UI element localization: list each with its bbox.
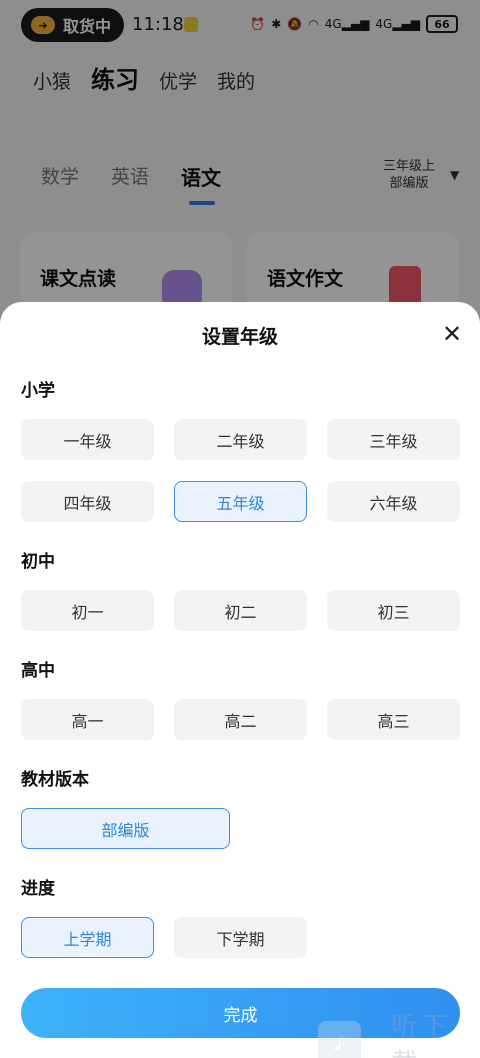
option-grade-1[interactable]: 一年级: [21, 419, 154, 460]
option-grade-4[interactable]: 四年级: [21, 481, 154, 522]
watermark-logo-icon: ♪: [318, 1021, 362, 1058]
close-icon[interactable]: ✕: [439, 320, 465, 348]
sheet-title: 设置年级: [201, 326, 278, 348]
watermark-text: 听下载: [391, 1012, 452, 1058]
section-senior-label: 高中: [21, 661, 55, 681]
option-senior-2[interactable]: 高二: [174, 699, 307, 740]
watermark: ♪ 听下载: [318, 1006, 480, 1058]
option-edition-bubian[interactable]: 部编版: [21, 808, 230, 849]
option-second-semester[interactable]: 下学期: [174, 917, 307, 958]
section-textbook-label: 教材版本: [21, 770, 89, 790]
option-grade-5[interactable]: 五年级: [174, 481, 307, 522]
option-senior-3[interactable]: 高三: [327, 699, 460, 740]
section-primary-label: 小学: [21, 381, 55, 401]
option-grade-6[interactable]: 六年级: [327, 481, 460, 522]
option-grade-2[interactable]: 二年级: [174, 419, 307, 460]
section-progress-label: 进度: [21, 879, 55, 899]
option-junior-3[interactable]: 初三: [327, 590, 460, 631]
option-first-semester[interactable]: 上学期: [21, 917, 154, 958]
grade-settings-sheet: 设置年级 ✕ 小学 一年级 二年级 三年级 四年级 五年级 六年级 初中 初一 …: [0, 302, 480, 1058]
option-junior-1[interactable]: 初一: [21, 590, 154, 631]
option-junior-2[interactable]: 初二: [174, 590, 307, 631]
section-junior-label: 初中: [21, 552, 55, 572]
option-senior-1[interactable]: 高一: [21, 699, 154, 740]
option-grade-3[interactable]: 三年级: [327, 419, 460, 460]
